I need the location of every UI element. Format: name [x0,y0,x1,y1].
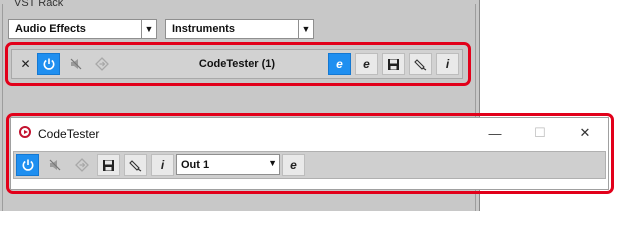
instruments-dropdown-label: Instruments [172,23,235,35]
chevron-down-icon: ▼ [298,20,313,38]
highlight-frame-plugin-window [6,113,614,194]
chevron-down-icon: ▼ [141,20,156,38]
instruments-dropdown[interactable]: Instruments ▼ [165,19,314,39]
rack-title: VST Rack [11,0,67,9]
audio-effects-dropdown-label: Audio Effects [15,23,86,35]
highlight-frame-rack-slot [5,42,471,86]
audio-effects-dropdown[interactable]: Audio Effects ▼ [8,19,157,39]
